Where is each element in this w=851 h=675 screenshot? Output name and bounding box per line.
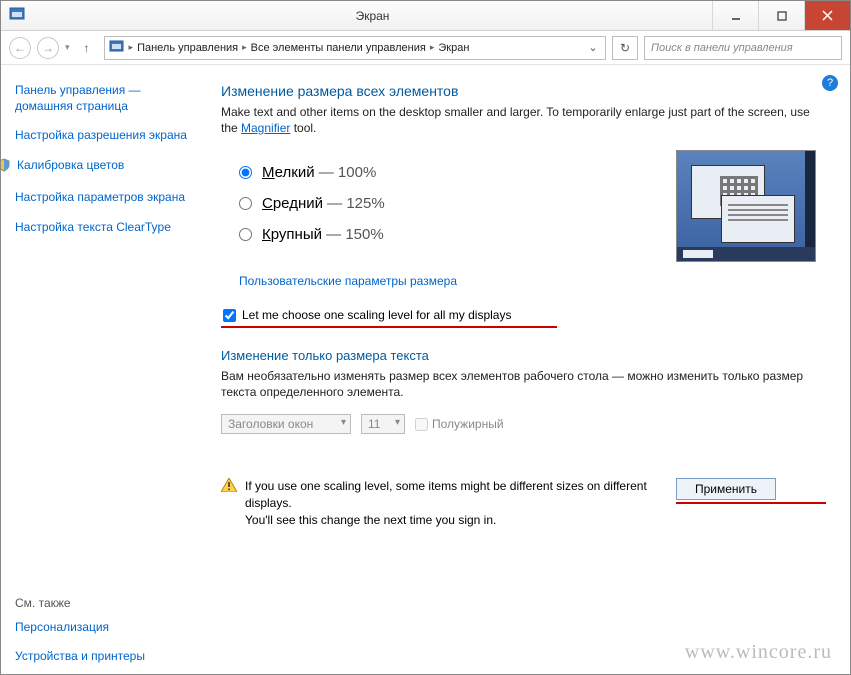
sidebar-personalization-link[interactable]: Персонализация: [15, 620, 197, 636]
custom-size-link[interactable]: Пользовательские параметры размера: [239, 274, 826, 288]
radio-input[interactable]: [239, 228, 252, 241]
watermark: www.wincore.ru: [685, 641, 832, 664]
forward-button[interactable]: →: [37, 37, 59, 59]
close-button[interactable]: [804, 1, 850, 30]
app-icon: [9, 6, 25, 25]
breadcrumb-seg[interactable]: Экран: [438, 42, 469, 54]
checkbox-input[interactable]: [223, 309, 236, 322]
magnifier-link[interactable]: Magnifier: [241, 121, 290, 135]
text-size-heading: Изменение только размера текста: [221, 348, 826, 363]
preview-image: [676, 150, 816, 262]
help-icon[interactable]: ?: [822, 75, 838, 91]
element-select[interactable]: Заголовки окон: [221, 414, 351, 434]
apply-button[interactable]: Применить: [676, 478, 776, 500]
search-input[interactable]: Поиск в панели управления: [644, 36, 842, 60]
minimize-button[interactable]: [712, 1, 758, 30]
sidebar-resolution-link[interactable]: Настройка разрешения экрана: [15, 128, 197, 144]
shield-icon: [1, 158, 11, 177]
title-bar: Экран: [1, 1, 850, 31]
sidebar-home-link[interactable]: Панель управления — домашняя страница: [15, 83, 197, 114]
breadcrumb[interactable]: ▸ Панель управления ▸ Все элементы панел…: [104, 36, 606, 60]
recent-dropdown-icon[interactable]: ▾: [65, 42, 70, 53]
window: Экран ← → ▾ ↑ ▸ Панель управления ▸ Все …: [0, 0, 851, 675]
one-scaling-checkbox[interactable]: Let me choose one scaling level for all …: [223, 308, 557, 322]
address-bar: ← → ▾ ↑ ▸ Панель управления ▸ Все элемен…: [1, 31, 850, 65]
sidebar: Панель управления — домашняя страница На…: [1, 65, 211, 674]
page-description: Make text and other items on the desktop…: [221, 105, 826, 136]
maximize-button[interactable]: [758, 1, 804, 30]
sidebar-params-link[interactable]: Настройка параметров экрана: [15, 190, 197, 206]
sidebar-item-label: Калибровка цветов: [17, 158, 124, 174]
bold-checkbox[interactable]: Полужирный: [415, 417, 504, 431]
breadcrumb-dropdown-icon[interactable]: ⌄: [585, 41, 601, 54]
size-medium-radio[interactable]: Средний — 125%: [239, 195, 676, 212]
sidebar-devices-link[interactable]: Устройства и принтеры: [15, 649, 197, 665]
font-size-select[interactable]: 11: [361, 414, 405, 434]
location-icon: [109, 39, 125, 56]
page-heading: Изменение размера всех элементов: [221, 83, 826, 99]
sidebar-calibration-link[interactable]: Калибровка цветов: [1, 158, 197, 177]
notice-text-1: If you use one scaling level, some items…: [245, 478, 668, 512]
breadcrumb-seg[interactable]: Панель управления: [137, 42, 238, 54]
up-button[interactable]: ↑: [76, 37, 98, 59]
main-content: ? Изменение размера всех элементов Make …: [211, 65, 850, 674]
notice-row: If you use one scaling level, some items…: [221, 478, 826, 528]
back-button[interactable]: ←: [9, 37, 31, 59]
refresh-button[interactable]: ↻: [612, 36, 638, 60]
size-large-radio[interactable]: Крупный — 150%: [239, 226, 676, 243]
see-also-header: См. также: [15, 596, 197, 610]
breadcrumb-seg[interactable]: Все элементы панели управления: [251, 42, 426, 54]
bold-label: Полужирный: [432, 417, 504, 431]
size-small-radio[interactable]: Мелкий — 100%: [239, 164, 676, 181]
sidebar-cleartype-link[interactable]: Настройка текста ClearType: [15, 220, 197, 236]
text-size-description: Вам необязательно изменять размер всех э…: [221, 369, 826, 400]
warning-icon: [221, 478, 237, 495]
checkbox-input: [415, 418, 428, 431]
checkbox-label: Let me choose one scaling level for all …: [242, 308, 511, 322]
radio-input[interactable]: [239, 197, 252, 210]
radio-input[interactable]: [239, 166, 252, 179]
notice-text-2: You'll see this change the next time you…: [245, 512, 668, 529]
window-title: Экран: [33, 9, 712, 23]
